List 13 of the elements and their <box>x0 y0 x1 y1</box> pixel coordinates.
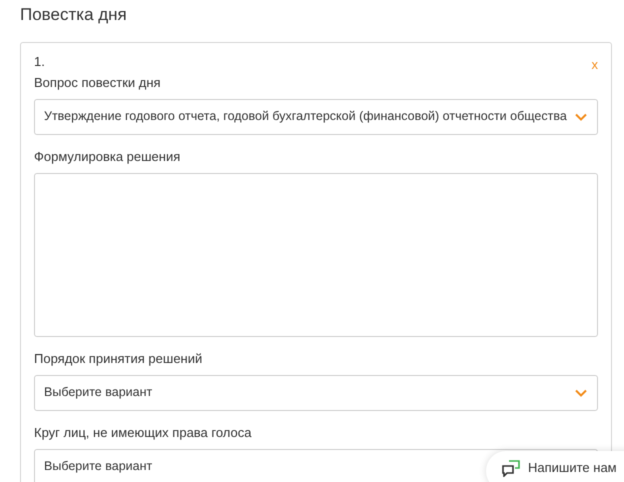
field-label: Формулировка решения <box>34 148 182 164</box>
field-label: Вопрос повестки дня <box>34 74 162 90</box>
chevron-down-icon <box>575 112 587 120</box>
item-number: 1. <box>34 53 45 71</box>
field-label: Порядок принятия решений <box>34 350 204 366</box>
chevron-down-icon <box>575 388 587 396</box>
chat-toast[interactable]: Напишите нам <box>486 451 624 482</box>
field-label: Круг лиц, не имеющих права голоса <box>34 424 252 440</box>
chat-icon <box>502 460 520 476</box>
section-title: Повестка дня <box>20 4 128 26</box>
textarea-field[interactable] <box>34 172 598 336</box>
select-field[interactable]: Выберите вариант <box>34 374 598 410</box>
select-field[interactable]: Утверждение годового отчета, годовой бухгалтерской (финансовой) отчетности общества <box>34 98 598 134</box>
